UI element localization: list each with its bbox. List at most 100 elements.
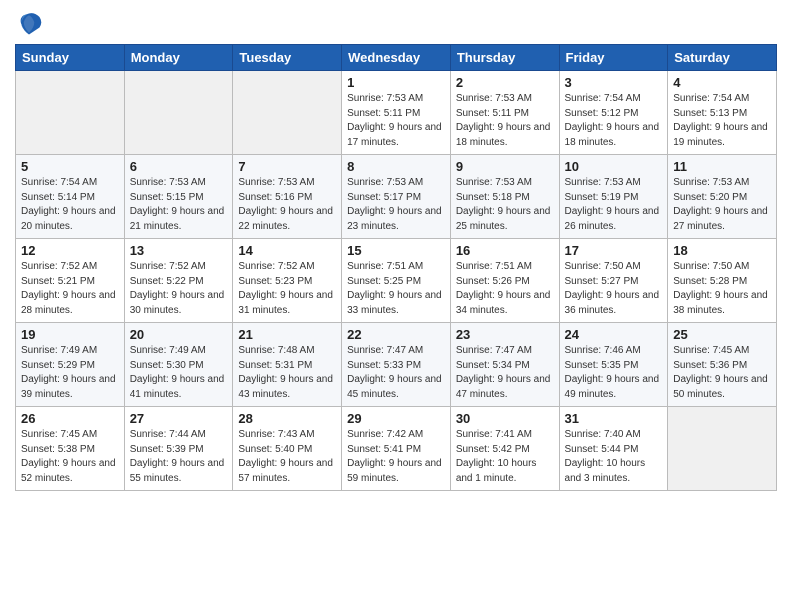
day-number: 27 bbox=[130, 411, 228, 426]
calendar-week-1: 1 Sunrise: 7:53 AM Sunset: 5:11 PM Daylig… bbox=[16, 71, 777, 155]
calendar-cell: 10 Sunrise: 7:53 AM Sunset: 5:19 PM Dayli… bbox=[559, 155, 668, 239]
logo-icon bbox=[15, 10, 43, 38]
calendar-cell: 1 Sunrise: 7:53 AM Sunset: 5:11 PM Daylig… bbox=[342, 71, 451, 155]
day-number: 5 bbox=[21, 159, 119, 174]
day-info: Sunrise: 7:40 AM Sunset: 5:44 PM Dayligh… bbox=[565, 428, 663, 486]
day-number: 17 bbox=[565, 243, 663, 258]
day-info: Sunrise: 7:54 AM Sunset: 5:13 PM Dayligh… bbox=[673, 92, 771, 150]
calendar-cell: 14 Sunrise: 7:52 AM Sunset: 5:23 PM Dayli… bbox=[233, 239, 342, 323]
day-info: Sunrise: 7:52 AM Sunset: 5:22 PM Dayligh… bbox=[130, 260, 228, 318]
calendar-cell: 22Sunrise: 7:47 AM Sunset: 5:33 PM Dayli… bbox=[342, 323, 451, 407]
calendar-cell: 18 Sunrise: 7:50 AM Sunset: 5:28 PM Dayli… bbox=[668, 239, 777, 323]
day-number: 13 bbox=[130, 243, 228, 258]
day-info: Sunrise: 7:53 AM Sunset: 5:15 PM Dayligh… bbox=[130, 176, 228, 234]
day-number: 4 bbox=[673, 75, 771, 90]
day-info: Sunrise: 7:54 AM Sunset: 5:14 PM Dayligh… bbox=[21, 176, 119, 234]
day-info: Sunrise: 7:53 AM Sunset: 5:16 PM Dayligh… bbox=[238, 176, 336, 234]
calendar-cell: 3Sunrise: 7:54 AM Sunset: 5:12 PM Daylig… bbox=[559, 71, 668, 155]
day-number: 24 bbox=[565, 327, 663, 342]
day-number: 19 bbox=[21, 327, 119, 342]
calendar-cell: 23Sunrise: 7:47 AM Sunset: 5:34 PM Dayli… bbox=[450, 323, 559, 407]
day-number: 9 bbox=[456, 159, 554, 174]
calendar-cell bbox=[124, 71, 233, 155]
calendar-container: SundayMondayTuesdayWednesdayThursdayFrid… bbox=[0, 0, 792, 501]
day-info: Sunrise: 7:46 AM Sunset: 5:35 PM Dayligh… bbox=[565, 344, 663, 402]
day-info: Sunrise: 7:53 AM Sunset: 5:19 PM Dayligh… bbox=[565, 176, 663, 234]
day-number: 20 bbox=[130, 327, 228, 342]
day-number: 16 bbox=[456, 243, 554, 258]
day-number: 1 bbox=[347, 75, 445, 90]
day-number: 2 bbox=[456, 75, 554, 90]
calendar-cell: 27Sunrise: 7:44 AM Sunset: 5:39 PM Dayli… bbox=[124, 407, 233, 491]
day-number: 21 bbox=[238, 327, 336, 342]
calendar-cell: 30Sunrise: 7:41 AM Sunset: 5:42 PM Dayli… bbox=[450, 407, 559, 491]
calendar-week-2: 5 Sunrise: 7:54 AM Sunset: 5:14 PM Daylig… bbox=[16, 155, 777, 239]
column-header-friday: Friday bbox=[559, 45, 668, 71]
calendar-cell: 17 Sunrise: 7:50 AM Sunset: 5:27 PM Dayli… bbox=[559, 239, 668, 323]
day-number: 14 bbox=[238, 243, 336, 258]
column-header-saturday: Saturday bbox=[668, 45, 777, 71]
day-number: 26 bbox=[21, 411, 119, 426]
calendar-cell: 19 Sunrise: 7:49 AM Sunset: 5:29 PM Dayli… bbox=[16, 323, 125, 407]
column-header-sunday: Sunday bbox=[16, 45, 125, 71]
day-number: 8 bbox=[347, 159, 445, 174]
day-number: 31 bbox=[565, 411, 663, 426]
day-number: 6 bbox=[130, 159, 228, 174]
day-info: Sunrise: 7:53 AM Sunset: 5:11 PM Dayligh… bbox=[347, 92, 445, 150]
day-info: Sunrise: 7:50 AM Sunset: 5:27 PM Dayligh… bbox=[565, 260, 663, 318]
day-number: 28 bbox=[238, 411, 336, 426]
day-info: Sunrise: 7:45 AM Sunset: 5:38 PM Dayligh… bbox=[21, 428, 119, 486]
calendar-cell: 12 Sunrise: 7:52 AM Sunset: 5:21 PM Dayli… bbox=[16, 239, 125, 323]
column-header-wednesday: Wednesday bbox=[342, 45, 451, 71]
calendar-cell: 21 Sunrise: 7:48 AM Sunset: 5:31 PM Dayli… bbox=[233, 323, 342, 407]
calendar-week-4: 19 Sunrise: 7:49 AM Sunset: 5:29 PM Dayli… bbox=[16, 323, 777, 407]
day-info: Sunrise: 7:52 AM Sunset: 5:21 PM Dayligh… bbox=[21, 260, 119, 318]
calendar-cell bbox=[233, 71, 342, 155]
day-number: 22 bbox=[347, 327, 445, 342]
calendar-cell bbox=[16, 71, 125, 155]
calendar-cell: 4 Sunrise: 7:54 AM Sunset: 5:13 PM Daylig… bbox=[668, 71, 777, 155]
day-info: Sunrise: 7:49 AM Sunset: 5:29 PM Dayligh… bbox=[21, 344, 119, 402]
calendar-cell: 5 Sunrise: 7:54 AM Sunset: 5:14 PM Daylig… bbox=[16, 155, 125, 239]
column-header-tuesday: Tuesday bbox=[233, 45, 342, 71]
column-header-monday: Monday bbox=[124, 45, 233, 71]
day-info: Sunrise: 7:43 AM Sunset: 5:40 PM Dayligh… bbox=[238, 428, 336, 486]
calendar-cell: 29 Sunrise: 7:42 AM Sunset: 5:41 PM Dayli… bbox=[342, 407, 451, 491]
day-number: 18 bbox=[673, 243, 771, 258]
day-number: 7 bbox=[238, 159, 336, 174]
calendar-cell: 9Sunrise: 7:53 AM Sunset: 5:18 PM Daylig… bbox=[450, 155, 559, 239]
day-info: Sunrise: 7:50 AM Sunset: 5:28 PM Dayligh… bbox=[673, 260, 771, 318]
day-info: Sunrise: 7:48 AM Sunset: 5:31 PM Dayligh… bbox=[238, 344, 336, 402]
day-number: 11 bbox=[673, 159, 771, 174]
calendar-cell: 7 Sunrise: 7:53 AM Sunset: 5:16 PM Daylig… bbox=[233, 155, 342, 239]
calendar-cell: 28 Sunrise: 7:43 AM Sunset: 5:40 PM Dayli… bbox=[233, 407, 342, 491]
day-number: 12 bbox=[21, 243, 119, 258]
calendar-cell: 16Sunrise: 7:51 AM Sunset: 5:26 PM Dayli… bbox=[450, 239, 559, 323]
day-info: Sunrise: 7:51 AM Sunset: 5:25 PM Dayligh… bbox=[347, 260, 445, 318]
day-info: Sunrise: 7:53 AM Sunset: 5:17 PM Dayligh… bbox=[347, 176, 445, 234]
header bbox=[15, 10, 777, 38]
day-info: Sunrise: 7:49 AM Sunset: 5:30 PM Dayligh… bbox=[130, 344, 228, 402]
day-number: 23 bbox=[456, 327, 554, 342]
calendar-cell: 15 Sunrise: 7:51 AM Sunset: 5:25 PM Dayli… bbox=[342, 239, 451, 323]
calendar-cell: 8 Sunrise: 7:53 AM Sunset: 5:17 PM Daylig… bbox=[342, 155, 451, 239]
day-info: Sunrise: 7:53 AM Sunset: 5:20 PM Dayligh… bbox=[673, 176, 771, 234]
logo bbox=[15, 10, 47, 38]
day-number: 3 bbox=[565, 75, 663, 90]
calendar-cell: 13 Sunrise: 7:52 AM Sunset: 5:22 PM Dayli… bbox=[124, 239, 233, 323]
calendar-week-3: 12 Sunrise: 7:52 AM Sunset: 5:21 PM Dayli… bbox=[16, 239, 777, 323]
calendar-header-row: SundayMondayTuesdayWednesdayThursdayFrid… bbox=[16, 45, 777, 71]
calendar-cell: 26 Sunrise: 7:45 AM Sunset: 5:38 PM Dayli… bbox=[16, 407, 125, 491]
calendar-week-5: 26 Sunrise: 7:45 AM Sunset: 5:38 PM Dayli… bbox=[16, 407, 777, 491]
calendar-cell: 24 Sunrise: 7:46 AM Sunset: 5:35 PM Dayli… bbox=[559, 323, 668, 407]
day-info: Sunrise: 7:52 AM Sunset: 5:23 PM Dayligh… bbox=[238, 260, 336, 318]
calendar-cell: 31 Sunrise: 7:40 AM Sunset: 5:44 PM Dayli… bbox=[559, 407, 668, 491]
calendar-cell: 20 Sunrise: 7:49 AM Sunset: 5:30 PM Dayli… bbox=[124, 323, 233, 407]
day-number: 15 bbox=[347, 243, 445, 258]
calendar-cell bbox=[668, 407, 777, 491]
day-number: 29 bbox=[347, 411, 445, 426]
day-number: 30 bbox=[456, 411, 554, 426]
day-info: Sunrise: 7:42 AM Sunset: 5:41 PM Dayligh… bbox=[347, 428, 445, 486]
day-number: 10 bbox=[565, 159, 663, 174]
column-header-thursday: Thursday bbox=[450, 45, 559, 71]
